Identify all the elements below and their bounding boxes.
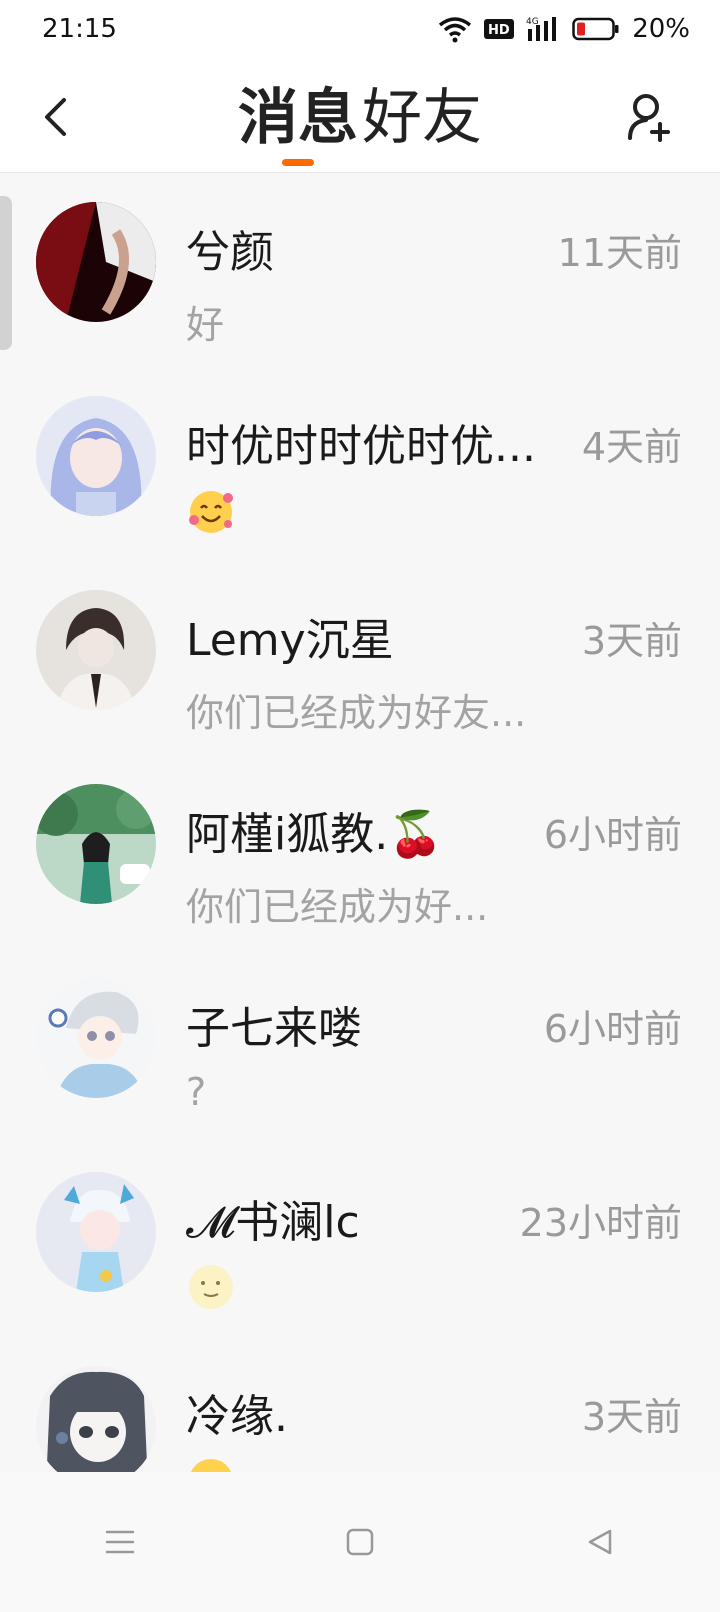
- back-nav-button[interactable]: [570, 1512, 630, 1572]
- system-navigation-bar: [0, 1472, 720, 1612]
- smiling-face-with-hearts-emoji: [186, 486, 236, 536]
- home-icon: [346, 1528, 374, 1556]
- avatar[interactable]: [36, 202, 156, 322]
- contact-name: 冷缘.: [186, 1391, 288, 1442]
- message-time: 3天前: [581, 619, 682, 663]
- signal-4g-icon: 4G: [526, 15, 560, 43]
- contact-name: 阿槿i狐教.🍒: [186, 809, 443, 860]
- avatar[interactable]: [36, 1366, 156, 1472]
- battery-percentage: 20%: [632, 14, 690, 44]
- full-moon-face-emoji: [186, 1262, 236, 1312]
- menu-button[interactable]: [90, 1512, 150, 1572]
- avatar[interactable]: [36, 590, 156, 710]
- conversation-item[interactable]: 冷缘. 3天前: [0, 1340, 720, 1472]
- menu-icon: [105, 1530, 135, 1554]
- conversation-item[interactable]: Lemy沉星 3天前 你们已经成为好友...: [0, 564, 720, 758]
- wifi-icon: [438, 15, 472, 43]
- message-time: 6小时前: [543, 813, 682, 857]
- avatar[interactable]: [36, 396, 156, 516]
- avatar[interactable]: [36, 978, 156, 1098]
- contact-name: Lemy沉星: [186, 615, 394, 666]
- back-triangle-icon: [588, 1529, 612, 1555]
- message-time: 23小时前: [519, 1201, 682, 1245]
- conversation-list[interactable]: 兮颜 11天前 好 时优时时优时优... 4天前 Lemy沉星 3天前 你们已经…: [0, 176, 720, 1472]
- conversation-item[interactable]: 兮颜 11天前 好: [0, 176, 720, 370]
- message-preview: 你们已经成为好友...: [186, 691, 527, 735]
- message-time: 11天前: [557, 231, 682, 275]
- contact-name: 兮颜: [186, 227, 274, 278]
- conversation-item[interactable]: 时优时时优时优... 4天前: [0, 370, 720, 564]
- status-time: 21:15: [42, 14, 117, 44]
- tab-friends[interactable]: 好友: [360, 76, 484, 160]
- emoji: [186, 1456, 236, 1472]
- scroll-indicator[interactable]: [0, 196, 12, 350]
- battery-icon: [572, 16, 620, 42]
- contact-name: 𝓜书澜lc: [186, 1197, 360, 1248]
- avatar[interactable]: [36, 784, 156, 904]
- message-time: 4天前: [581, 425, 682, 469]
- message-time: 6小时前: [543, 1007, 682, 1051]
- avatar[interactable]: [36, 1172, 156, 1292]
- hd-icon: HD: [484, 17, 515, 41]
- conversation-item[interactable]: 子七来喽 6小时前 ?: [0, 952, 720, 1146]
- status-bar: 21:15 HD 4G 20%: [0, 0, 720, 70]
- message-preview: 你们已经成为好...: [186, 885, 489, 929]
- home-button[interactable]: [330, 1512, 390, 1572]
- message-preview: ?: [186, 1070, 207, 1114]
- add-friend-icon: [628, 94, 670, 142]
- tab-messages[interactable]: 消息: [236, 76, 360, 166]
- message-preview: 好: [186, 303, 225, 347]
- message-time: 3天前: [581, 1395, 682, 1439]
- conversation-item[interactable]: 𝓜书澜lc 23小时前: [0, 1146, 720, 1340]
- header: 消息 好友: [0, 70, 720, 173]
- contact-name: 时优时时优时优...: [186, 421, 536, 472]
- status-icons: HD 4G 20%: [438, 14, 690, 44]
- svg-text:HD: HD: [488, 23, 510, 38]
- add-friend-button[interactable]: [620, 88, 678, 146]
- contact-name: 子七来喽: [186, 1003, 362, 1054]
- conversation-item[interactable]: 阿槿i狐教.🍒 6小时前 你们已经成为好...: [0, 758, 720, 952]
- tab-bar: 消息 好友: [0, 76, 720, 166]
